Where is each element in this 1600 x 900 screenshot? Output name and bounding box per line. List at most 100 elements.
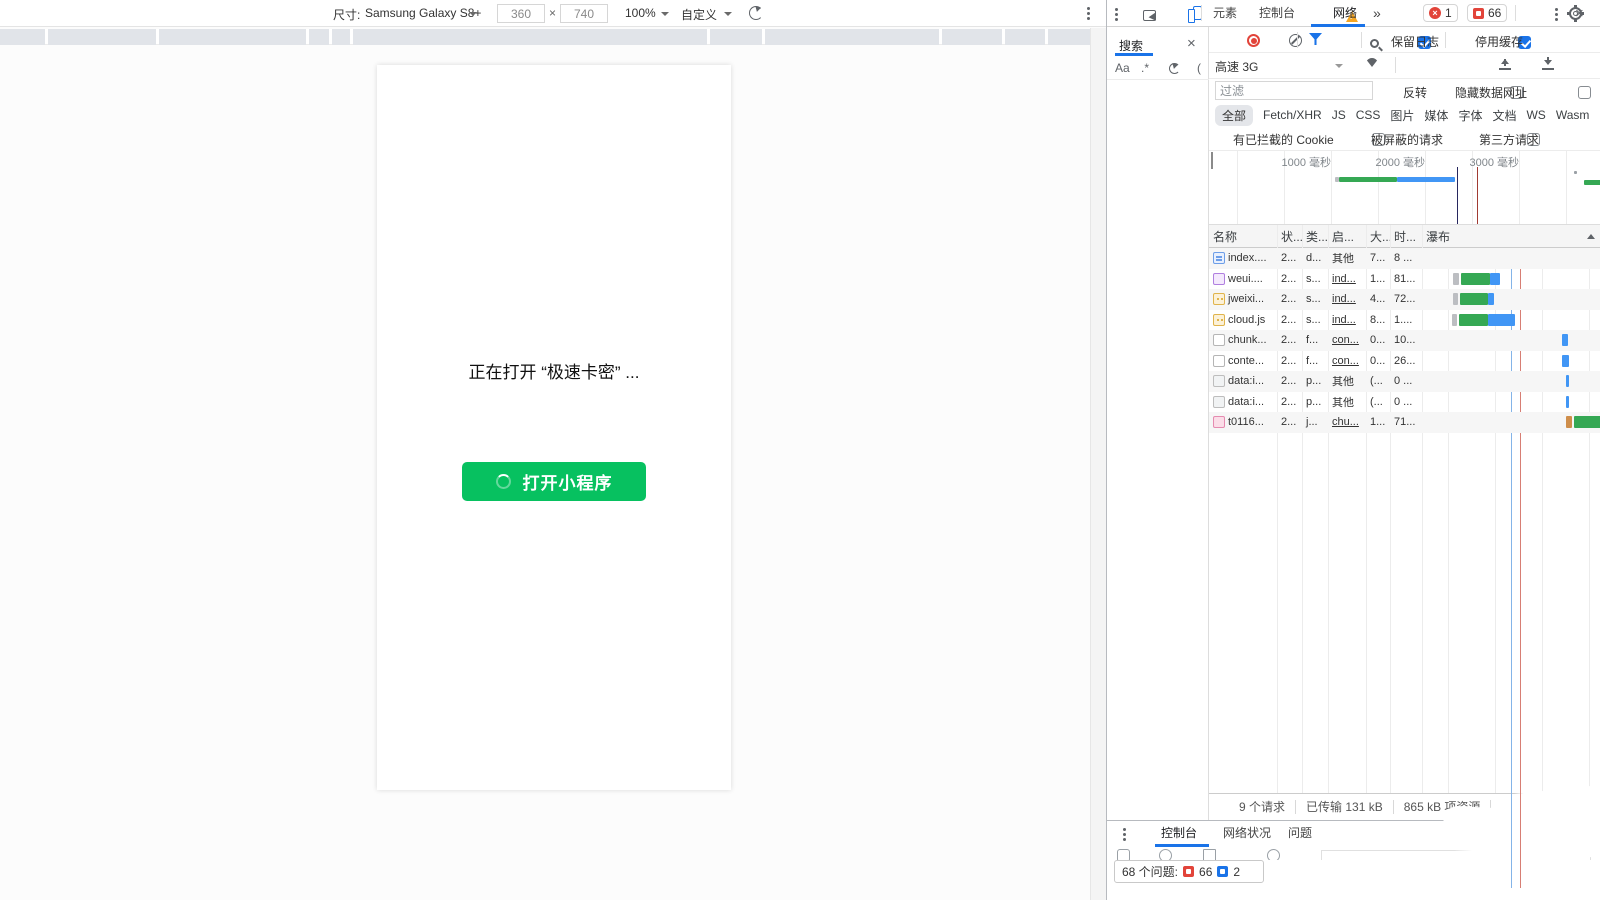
domcontentloaded-line (1511, 793, 1512, 888)
request-row[interactable]: cloud.js 2... s... ind... 8... 1.... (1209, 310, 1600, 331)
error-badge[interactable]: × 1 (1423, 4, 1458, 22)
col-name[interactable]: 名称 (1209, 225, 1277, 247)
network-conditions-icon[interactable] (1365, 58, 1379, 74)
request-type: s... (1302, 289, 1328, 310)
throttle-select-caret-icon[interactable] (724, 12, 732, 16)
request-status: 2... (1277, 371, 1302, 392)
search-pane-tab[interactable]: 搜索 (1119, 37, 1143, 54)
request-initiator-link[interactable]: ind... (1328, 269, 1366, 290)
type-filter-css[interactable]: CSS (1356, 108, 1381, 122)
viewport-height-input[interactable] (560, 4, 608, 23)
throttle-select[interactable]: 自定义 (681, 6, 717, 23)
drawer-tab-network-conditions[interactable]: 网络状况 (1223, 821, 1271, 846)
viewport-width-input[interactable] (497, 4, 545, 23)
request-initiator-link[interactable]: ind... (1328, 310, 1366, 331)
col-status[interactable]: 状... (1277, 225, 1302, 247)
page-more-options-icon[interactable] (1087, 7, 1090, 10)
filter-input[interactable] (1215, 81, 1373, 100)
request-initiator-link[interactable]: chu... (1328, 412, 1366, 433)
type-filter-wasm[interactable]: Wasm (1556, 108, 1590, 122)
zoom-select-caret-icon[interactable] (661, 12, 669, 16)
request-row[interactable]: jweixi... 2... s... ind... 4... 72... (1209, 289, 1600, 310)
issues-summary[interactable]: 68 个问题: 66 2 (1114, 860, 1264, 883)
drawer-more-options-icon[interactable] (1123, 828, 1126, 831)
request-row[interactable]: index.... 2... d... 其他 7... 8 ... (1209, 248, 1600, 269)
request-time: 8 ... (1390, 248, 1422, 269)
request-waterfall (1422, 269, 1600, 290)
network-overview[interactable]: 1000 毫秒 2000 毫秒 3000 毫秒 4000 毫秒 (1209, 151, 1600, 225)
divider (1297, 32, 1298, 48)
type-filter-ws[interactable]: WS (1526, 108, 1545, 122)
inspect-element-icon[interactable] (1143, 10, 1156, 21)
col-time[interactable]: 时... (1390, 225, 1422, 247)
type-filter-js[interactable]: JS (1332, 108, 1346, 122)
tab-network[interactable]: 网络 (1333, 0, 1357, 26)
type-filter-doc[interactable]: 文档 (1492, 107, 1516, 124)
col-size[interactable]: 大... (1366, 225, 1390, 247)
request-waterfall (1422, 330, 1600, 351)
request-row[interactable]: chunk... 2... f... con... 0... 10... (1209, 330, 1600, 351)
console-eye-icon[interactable] (1267, 849, 1280, 860)
search-network-icon[interactable] (1370, 39, 1379, 48)
request-row[interactable]: data:i... 2... p... 其他 (... 0 ... (1209, 392, 1600, 413)
col-waterfall[interactable]: 瀑布 (1422, 225, 1600, 247)
request-initiator-link[interactable]: con... (1328, 330, 1366, 351)
request-initiator-link[interactable]: ind... (1328, 289, 1366, 310)
filter-funnel-icon[interactable] (1309, 33, 1322, 45)
type-filter-media[interactable]: 媒体 (1424, 107, 1448, 124)
device-select[interactable]: Samsung Galaxy S8+ (365, 6, 481, 20)
devtools-left-menu-icon[interactable] (1115, 8, 1118, 11)
drawer-tab-issues[interactable]: 问题 (1288, 821, 1312, 846)
open-miniprogram-label: 打开小程序 (523, 469, 613, 494)
console-sidebar-icon[interactable] (1117, 849, 1130, 860)
strip-segment (1005, 29, 1045, 45)
search-refresh-icon[interactable] (1169, 63, 1180, 74)
rotate-device-icon[interactable] (749, 6, 763, 20)
request-time: 10... (1390, 330, 1422, 351)
clear-network-log-icon[interactable] (1289, 34, 1302, 47)
issues-badge[interactable]: 66 (1467, 4, 1507, 22)
drawer-tab-console[interactable]: 控制台 (1161, 821, 1197, 846)
type-filter-font[interactable]: 字体 (1458, 107, 1482, 124)
console-filter-icon[interactable] (1203, 849, 1216, 860)
import-har-icon[interactable] (1499, 56, 1511, 70)
request-type: d... (1302, 248, 1328, 269)
request-status: 2... (1277, 289, 1302, 310)
record-network-log-icon[interactable] (1247, 34, 1260, 47)
request-type: f... (1302, 330, 1328, 351)
close-devtools-icon[interactable]: × (1575, 6, 1584, 21)
divider (1395, 57, 1396, 73)
export-har-icon[interactable] (1542, 56, 1554, 70)
type-filter-img[interactable]: 图片 (1390, 107, 1414, 124)
sort-asc-icon (1587, 234, 1595, 239)
divider (1209, 52, 1600, 53)
page-scrollbar[interactable] (1090, 28, 1106, 900)
throttling-caret-icon[interactable] (1335, 64, 1343, 68)
request-row[interactable]: t0116... 2... j... chu... 1... 71... (1209, 412, 1600, 433)
request-size: 4... (1366, 289, 1390, 310)
match-case-icon[interactable]: Aa (1115, 61, 1130, 75)
ruler-label-3000: 3000 毫秒 (1459, 154, 1519, 170)
open-miniprogram-button[interactable]: 打开小程序 (462, 462, 646, 501)
clear-console-icon[interactable] (1159, 849, 1172, 860)
request-row[interactable]: weui.... 2... s... ind... 1... 81... (1209, 269, 1600, 290)
type-filter-fetch[interactable]: Fetch/XHR (1263, 108, 1322, 122)
request-row[interactable]: conte... 2... f... con... 0... 26... (1209, 351, 1600, 372)
search-pane-close-icon[interactable]: × (1187, 36, 1196, 51)
request-row[interactable]: data:i... 2... p... 其他 (... 0 ... (1209, 371, 1600, 392)
request-name: data:i... (1228, 396, 1264, 408)
devtools-more-options-icon[interactable] (1555, 8, 1558, 11)
zoom-select[interactable]: 100% (625, 6, 656, 20)
type-filter-all[interactable]: 全部 (1215, 105, 1253, 126)
request-initiator-link[interactable]: con... (1328, 351, 1366, 372)
regex-icon[interactable]: .* (1141, 61, 1149, 75)
tab-elements[interactable]: 元素 (1213, 0, 1237, 26)
hide-data-urls-checkbox[interactable] (1578, 86, 1591, 99)
col-type[interactable]: 类... (1302, 225, 1328, 247)
device-select-caret-icon[interactable] (469, 12, 477, 16)
throttling-select[interactable]: 高速 3G (1215, 57, 1258, 77)
ruler-label-2000: 2000 毫秒 (1365, 154, 1425, 170)
col-initiator[interactable]: 启... (1328, 225, 1366, 247)
tab-console[interactable]: 控制台 (1259, 0, 1295, 26)
more-tabs-icon[interactable]: » (1373, 0, 1381, 26)
